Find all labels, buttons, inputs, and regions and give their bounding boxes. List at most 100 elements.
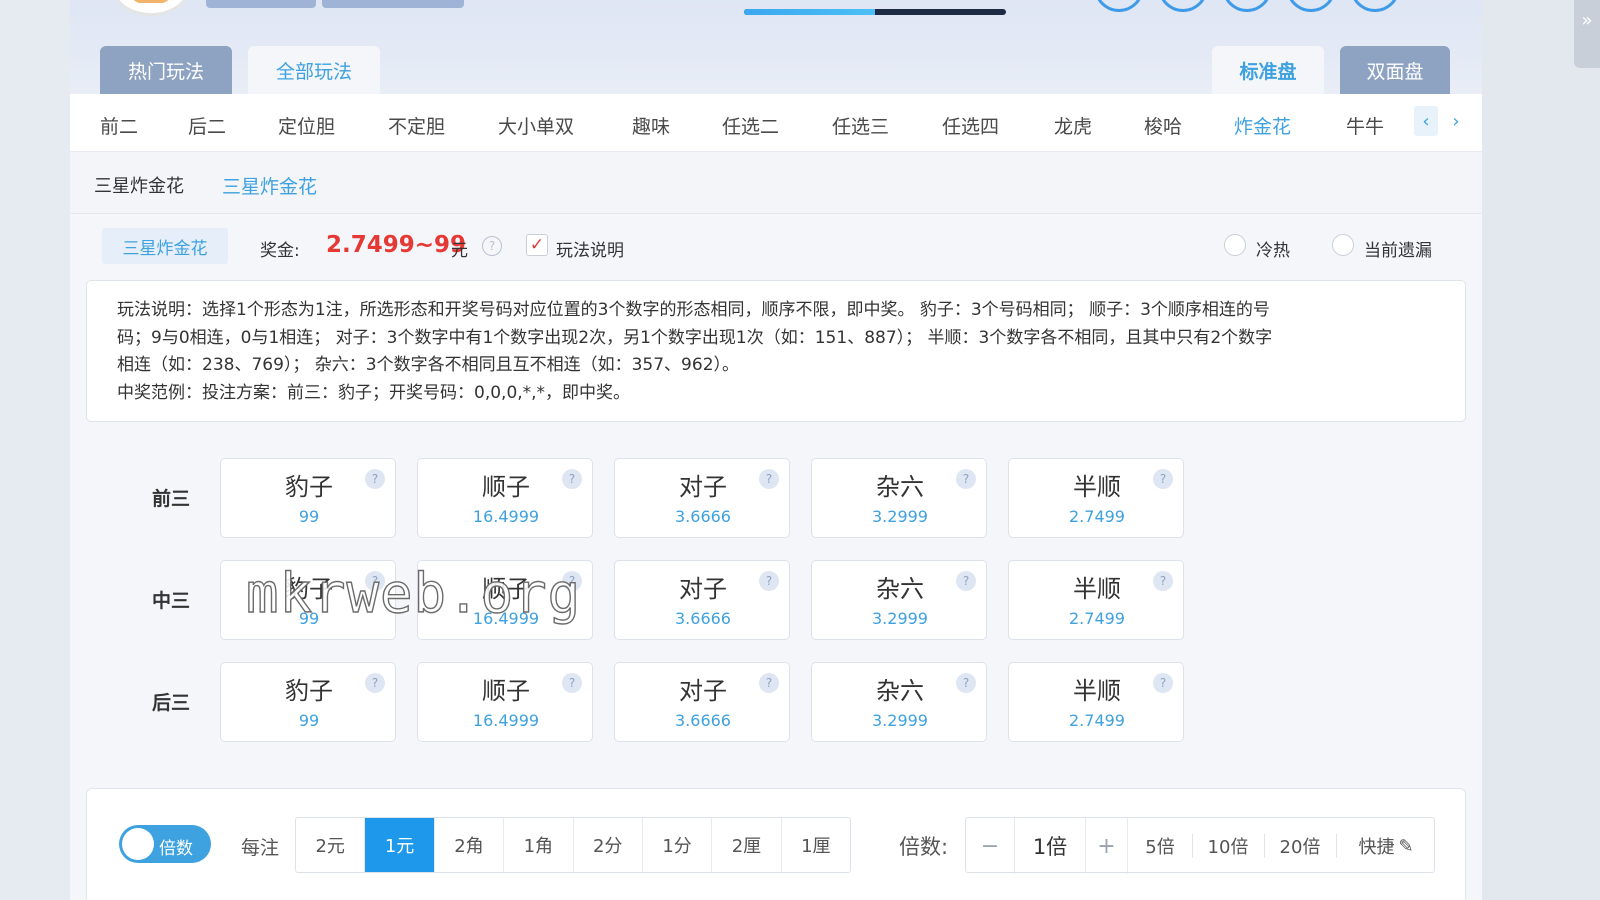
category-item[interactable]: 趣味: [632, 112, 670, 139]
question-mark-icon[interactable]: ?: [759, 673, 779, 693]
bonus-unit: 元: [451, 241, 468, 261]
hot-cold-radio-label[interactable]: 冷热: [1256, 236, 1290, 261]
bet-option-card[interactable]: 顺子 16.4999?: [417, 560, 593, 640]
checkmark-icon: ✓: [529, 235, 545, 255]
subtype-item-active[interactable]: 三星炸金花: [222, 172, 317, 199]
subtype-row: 三星炸金花 三星炸金花: [70, 152, 1482, 214]
preset-multiplier[interactable]: 20倍: [1264, 818, 1336, 874]
edit-icon: ✎: [1398, 835, 1414, 857]
draw-ball: [1222, 0, 1272, 12]
bet-option-card[interactable]: 豹子 99?: [220, 458, 396, 538]
hot-cold-radio[interactable]: [1224, 234, 1246, 256]
category-item[interactable]: 龙虎: [1054, 112, 1092, 139]
bonus-label: 奖金:: [260, 241, 300, 261]
left-background: [0, 0, 70, 900]
tab-all-plays[interactable]: 全部玩法: [248, 46, 380, 94]
explain-checkbox-label[interactable]: 玩法说明: [556, 236, 624, 261]
question-mark-icon[interactable]: ?: [1153, 469, 1173, 489]
question-mark-icon[interactable]: ?: [482, 236, 502, 256]
question-mark-icon[interactable]: ?: [956, 469, 976, 489]
row-label: 中三: [152, 590, 191, 612]
question-mark-icon[interactable]: ?: [562, 469, 582, 489]
question-mark-icon[interactable]: ?: [365, 673, 385, 693]
right-background: [1482, 0, 1600, 900]
tab-standard[interactable]: 标准盘: [1212, 46, 1324, 94]
tab-hot-plays[interactable]: 热门玩法: [100, 46, 232, 94]
question-mark-icon[interactable]: ?: [1153, 673, 1173, 693]
question-mark-icon[interactable]: ?: [365, 571, 385, 591]
category-item[interactable]: 大小单双: [498, 112, 574, 139]
multiplier-toggle[interactable]: 倍数: [119, 825, 211, 863]
preset-multiplier[interactable]: 10倍: [1192, 818, 1264, 874]
missing-radio[interactable]: [1332, 234, 1354, 256]
draw-ball: [1094, 0, 1144, 12]
bet-option-card[interactable]: 顺子 16.4999?: [417, 458, 593, 538]
header-pill[interactable]: [322, 0, 464, 8]
unit-option[interactable]: 1角: [504, 818, 574, 872]
explain-checkbox[interactable]: ✓: [526, 234, 548, 256]
plus-button[interactable]: +: [1086, 818, 1128, 874]
multiplier-value[interactable]: 1倍: [1014, 818, 1086, 874]
unit-option[interactable]: 2分: [574, 818, 643, 872]
question-mark-icon[interactable]: ?: [759, 571, 779, 591]
category-item-active[interactable]: 炸金花: [1234, 112, 1291, 139]
category-item[interactable]: 任选四: [942, 112, 999, 139]
chevron-right-icon[interactable]: ›: [1444, 106, 1468, 136]
description-line: 相连（如：238、769）； 杂六：3个数字各不相同且互不相连（如：357、96…: [117, 355, 740, 375]
current-play-tag: 三星炸金花: [102, 228, 228, 264]
bet-option-card[interactable]: 半顺 2.7499?: [1008, 662, 1184, 742]
unit-option[interactable]: 2厘: [712, 818, 782, 872]
bet-option-card[interactable]: 半顺 2.7499?: [1008, 458, 1184, 538]
collapse-button[interactable]: »: [1574, 0, 1600, 68]
question-mark-icon[interactable]: ?: [562, 571, 582, 591]
subtype-group-label: 三星炸金花: [94, 176, 184, 197]
question-mark-icon[interactable]: ?: [1153, 571, 1173, 591]
category-item[interactable]: 任选二: [722, 112, 779, 139]
category-item[interactable]: 前二: [100, 112, 138, 139]
unit-option-active[interactable]: 1元: [365, 818, 435, 872]
double-chevron-icon: »: [1581, 10, 1593, 31]
category-item[interactable]: 不定胆: [388, 112, 445, 139]
countdown-progress: [744, 9, 1006, 15]
betting-panel: 热门玩法 全部玩法 标准盘 双面盘 前二 后二 定位胆 不定胆 大小单双 趣味 …: [70, 0, 1482, 900]
missing-radio-label[interactable]: 当前遗漏: [1364, 236, 1432, 261]
category-item[interactable]: 梭哈: [1144, 112, 1182, 139]
bet-option-card[interactable]: 半顺 2.7499?: [1008, 560, 1184, 640]
minus-button[interactable]: −: [966, 818, 1014, 874]
bet-option-card[interactable]: 杂六 3.2999?: [811, 662, 987, 742]
category-item[interactable]: 牛牛: [1346, 112, 1384, 139]
draw-ball: [1286, 0, 1336, 12]
bet-option-card[interactable]: 杂六 3.2999?: [811, 458, 987, 538]
row-label: 后三: [152, 692, 191, 714]
chevron-left-icon[interactable]: ‹: [1414, 106, 1438, 136]
quick-button[interactable]: 快捷 ✎: [1336, 818, 1436, 874]
unit-option[interactable]: 1厘: [782, 818, 850, 872]
question-mark-icon[interactable]: ?: [956, 571, 976, 591]
preset-multiplier[interactable]: 5倍: [1128, 818, 1192, 874]
category-item[interactable]: 后二: [188, 112, 226, 139]
unit-option[interactable]: 2角: [435, 818, 505, 872]
bet-option-card[interactable]: 豹子 99?: [220, 662, 396, 742]
bet-option-card[interactable]: 豹子 99?: [220, 560, 396, 640]
category-item[interactable]: 任选三: [832, 112, 889, 139]
bet-option-card[interactable]: 顺子 16.4999?: [417, 662, 593, 742]
bet-option-odds: 16.4999: [472, 711, 540, 730]
unit-option[interactable]: 2元: [296, 818, 366, 872]
bet-option-odds: 99: [298, 507, 320, 526]
unit-selector: 2元 1元 2角 1角 2分 1分 2厘 1厘: [295, 817, 851, 873]
logo-avatar: [112, 0, 190, 16]
question-mark-icon[interactable]: ?: [365, 469, 385, 489]
tab-double-sided[interactable]: 双面盘: [1340, 46, 1450, 94]
unit-option[interactable]: 1分: [643, 818, 713, 872]
progress-fill: [744, 9, 875, 15]
question-mark-icon[interactable]: ?: [956, 673, 976, 693]
bet-option-card[interactable]: 杂六 3.2999?: [811, 560, 987, 640]
bet-option-card[interactable]: 对子 3.6666?: [614, 662, 790, 742]
header-pill[interactable]: [206, 0, 316, 8]
question-mark-icon[interactable]: ?: [562, 673, 582, 693]
category-nav: 前二 后二 定位胆 不定胆 大小单双 趣味 任选二 任选三 任选四 龙虎 梭哈 …: [70, 94, 1482, 152]
category-item[interactable]: 定位胆: [278, 112, 335, 139]
bet-option-card[interactable]: 对子 3.6666?: [614, 560, 790, 640]
question-mark-icon[interactable]: ?: [759, 469, 779, 489]
bet-option-card[interactable]: 对子 3.6666?: [614, 458, 790, 538]
